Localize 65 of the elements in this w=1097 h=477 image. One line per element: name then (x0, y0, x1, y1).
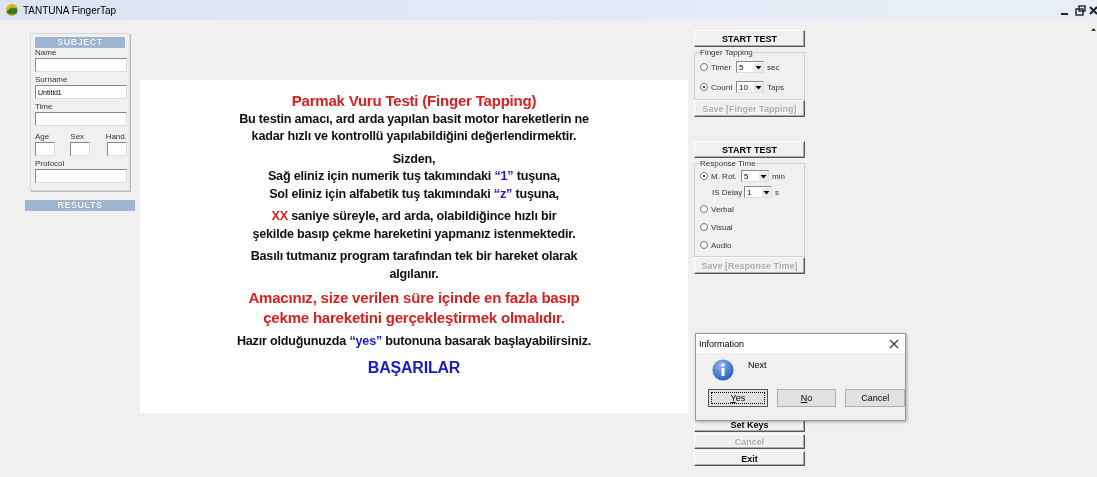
start-test-button[interactable]: START TEST (694, 30, 805, 47)
field-label: Surname (35, 75, 69, 85)
restore-icon[interactable] (1074, 3, 1087, 17)
dialog-button[interactable]: Yes (708, 389, 768, 407)
instruction-paragraph: Amacınız, size verilen süre içinde en fazla basıp çekme hareketini gerçekleştirmek olmalıdır. (248, 288, 580, 328)
radio-button[interactable] (700, 63, 708, 71)
app-icon (5, 3, 19, 17)
results-header: RESULTS (25, 200, 135, 211)
dialog-button[interactable]: Cancel (845, 389, 905, 407)
info-icon (712, 359, 734, 381)
unit-label: Taps (767, 82, 784, 92)
scroll-up-icon[interactable] (1090, 27, 1096, 32)
radio-button[interactable] (700, 223, 708, 231)
unit-label: sec (767, 62, 780, 72)
field-label: Name (35, 48, 58, 58)
unit-label: s (775, 187, 779, 197)
caret-icon (754, 82, 763, 92)
caret-icon (754, 62, 763, 72)
dialog-button[interactable]: No (776, 389, 837, 407)
unit-label: min (772, 171, 785, 181)
option-label: Visual (711, 222, 733, 232)
instruction-paragraph: Bu testin amacı, ard arda yapılan basit motor hareketlerin ne kadar hızlı ve kontrollü yapılabildiğini değerlendirmektir. (239, 110, 589, 145)
option-label: M. Rot. (711, 171, 738, 181)
option-label: IS Delay (712, 187, 741, 197)
instruction-heading: Parmak Vuru Testi (Finger Tapping) (291, 92, 537, 110)
radio-button[interactable] (700, 205, 708, 213)
instruction-paragraph: XX saniye süreyle, ard arda, olabildiğince hızlı bir şekilde basıp çekme hareketini yapmanız istenmektedir. (252, 208, 576, 243)
close-icon[interactable] (1089, 3, 1097, 17)
instruction-paragraph: Sizden, Sağ eliniz için numerik tuş takımındaki “1” tuşuna, Sol eliniz için alfabetik tuş takımındaki “z” tuşuna, (267, 150, 561, 203)
instruction-paragraph: Basılı tutmanız program tarafından tek bir hareket olarak algılanır. (250, 248, 578, 283)
dropdown[interactable]: 10 (736, 81, 764, 93)
field-label: Protocol (35, 159, 66, 169)
start-test-button[interactable]: START TEST (694, 141, 805, 158)
option-label: Timer (711, 62, 733, 72)
input-field[interactable] (35, 169, 127, 183)
input-field[interactable] (35, 112, 127, 126)
subject-header: SUBJECT (35, 37, 125, 48)
group-label: Response Time (700, 159, 756, 168)
dialog-message: Next (748, 359, 767, 370)
field-label: Hand. (105, 132, 127, 142)
group-label: Finger Tapping (700, 48, 753, 57)
field-label: Sex (70, 132, 86, 142)
radio-button[interactable] (700, 241, 708, 249)
field-label: Age (35, 132, 51, 142)
close-icon[interactable] (889, 338, 899, 349)
radio-button[interactable] (700, 172, 708, 180)
action-button[interactable]: Exit (694, 451, 805, 466)
instruction-paragraph: BAŞARILAR (367, 358, 461, 376)
dropdown[interactable]: 5 (741, 170, 769, 182)
dialog-title: Information (699, 338, 745, 349)
input-field[interactable] (70, 142, 91, 156)
caret-icon (762, 187, 771, 197)
dropdown[interactable]: 1 (744, 186, 772, 198)
input-field[interactable] (107, 142, 127, 156)
input-field[interactable] (35, 142, 55, 156)
option-label: Count (711, 82, 733, 92)
caret-icon (759, 171, 768, 181)
radio-button[interactable] (700, 83, 708, 91)
window-title: TANTUNA FingerTap (23, 4, 117, 16)
instruction-paragraph: Hazır olduğunuzda “yes” butonuna basarak başlayabilirsiniz. (236, 333, 592, 350)
input-field[interactable] (35, 58, 127, 72)
dropdown[interactable]: 5 (736, 61, 764, 73)
field-label: Time (35, 102, 54, 112)
option-label: Verbal (711, 204, 734, 214)
option-label: Audio (711, 240, 732, 250)
